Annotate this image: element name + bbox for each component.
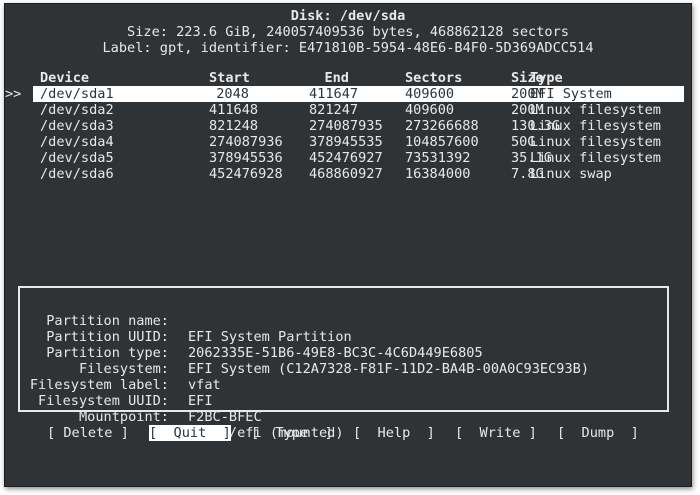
cell-sectors: 16384000	[405, 166, 471, 182]
cell-end: 452476927	[309, 150, 383, 166]
cell-type: EFI System	[530, 86, 612, 102]
cell-type: Linux filesystem	[530, 150, 661, 166]
cell-device: /dev/sda2	[40, 102, 114, 118]
cell-start: 452476928	[209, 166, 283, 182]
row-selector: >>	[5, 86, 22, 102]
quit-button[interactable]: [ Quit ]	[149, 425, 231, 441]
column-type: Type	[530, 70, 563, 86]
column-sectors: Sectors	[405, 70, 463, 86]
cell-end: 468860927	[309, 166, 383, 182]
info-line: Mountpoint: /boot/efi (mounted)	[20, 393, 667, 441]
info-line: Partition type: EFI System (C12A7328-F81…	[20, 329, 667, 377]
cell-size: 50G	[511, 134, 536, 150]
cell-device: /dev/sda6	[40, 166, 114, 182]
table-row[interactable]: /dev/sda3 821248 274087935 273266688 130…	[5, 118, 691, 134]
cell-device: /dev/sda3	[40, 118, 114, 134]
cell-device: /dev/sda1	[40, 86, 114, 102]
type-button[interactable]: [ Type ]	[251, 425, 333, 441]
info-line: Partition UUID: 2062335E-51B6-49E8-BC3C-…	[20, 313, 667, 361]
cell-sectors: 409600	[405, 86, 455, 102]
cell-device: /dev/sda5	[40, 150, 114, 166]
info-line: Partition name: EFI System Partition	[20, 297, 667, 345]
cell-size: 130.3G	[511, 118, 561, 134]
cell-end: 821247	[309, 102, 359, 118]
cell-start: 274087936	[209, 134, 283, 150]
column-end: End	[324, 70, 349, 86]
info-line: Filesystem: vfat	[20, 345, 667, 393]
column-device: Device	[40, 70, 90, 86]
info-line: Filesystem label: EFI	[20, 361, 667, 409]
cell-size: 200M	[511, 86, 544, 102]
cell-type: Linux filesystem	[530, 102, 661, 118]
delete-button[interactable]: [ Delete ]	[47, 425, 129, 441]
cell-start: 378945536	[209, 150, 283, 166]
cell-type: Linux filesystem	[530, 134, 661, 150]
terminal-window: Disk: /dev/sda Size: 223.6 GiB, 24005740…	[4, 3, 692, 487]
cell-device: /dev/sda4	[40, 134, 114, 150]
partition-info-box: Partition name: EFI System Partition Par…	[18, 286, 669, 441]
quit-button-label: [ Quit ]	[149, 425, 231, 441]
column-start: Start	[209, 70, 250, 86]
table-row[interactable]: /dev/sda2 411648 821247 409600 200M Linu…	[5, 102, 691, 118]
cell-end: 411647	[309, 86, 359, 102]
table-row[interactable]: /dev/sda5 378945536 452476927 73531392 3…	[5, 150, 691, 166]
disk-size-line: Size: 223.6 GiB, 240057409536 bytes, 468…	[127, 24, 569, 40]
cell-sectors: 104857600	[405, 134, 479, 150]
cell-start: 411648	[209, 102, 259, 118]
cell-size: 200M	[511, 102, 544, 118]
cell-start: 2048	[216, 86, 249, 102]
cell-size: 35.1G	[511, 150, 552, 166]
cell-sectors: 273266688	[405, 118, 479, 134]
info-value-filesystem-uuid: F2BC-BFEC	[188, 409, 262, 425]
disk-title: Disk: /dev/sda	[290, 8, 406, 24]
cell-sectors: 409600	[405, 102, 455, 118]
table-row[interactable]: /dev/sda1 2048 411647 409600 200M EFI Sy…	[33, 86, 684, 102]
cell-size: 7.8G	[511, 166, 544, 182]
cell-end: 274087935	[309, 118, 383, 134]
cell-end: 378945535	[309, 134, 383, 150]
table-header: Device Start End Sectors Size Type	[5, 70, 691, 86]
disk-label-line: Label: gpt, identifier: E471810B-5954-48…	[102, 40, 594, 56]
info-label-mountpoint: Mountpoint:	[78, 409, 169, 425]
cell-type: Linux filesystem	[530, 118, 661, 134]
column-size: Size	[511, 70, 544, 86]
table-row[interactable]: /dev/sda4 274087936 378945535 104857600 …	[5, 134, 691, 150]
cell-type: Linux swap	[530, 166, 612, 182]
info-line: Filesystem UUID: F2BC-BFEC	[20, 377, 667, 425]
help-button[interactable]: [ Help ]	[353, 425, 435, 441]
cell-start: 821248	[209, 118, 259, 134]
dump-button[interactable]: [ Dump ]	[557, 425, 639, 441]
write-button[interactable]: [ Write ]	[455, 425, 537, 441]
cell-sectors: 73531392	[405, 150, 471, 166]
table-row[interactable]: /dev/sda6 452476928 468860927 16384000 7…	[5, 166, 691, 182]
